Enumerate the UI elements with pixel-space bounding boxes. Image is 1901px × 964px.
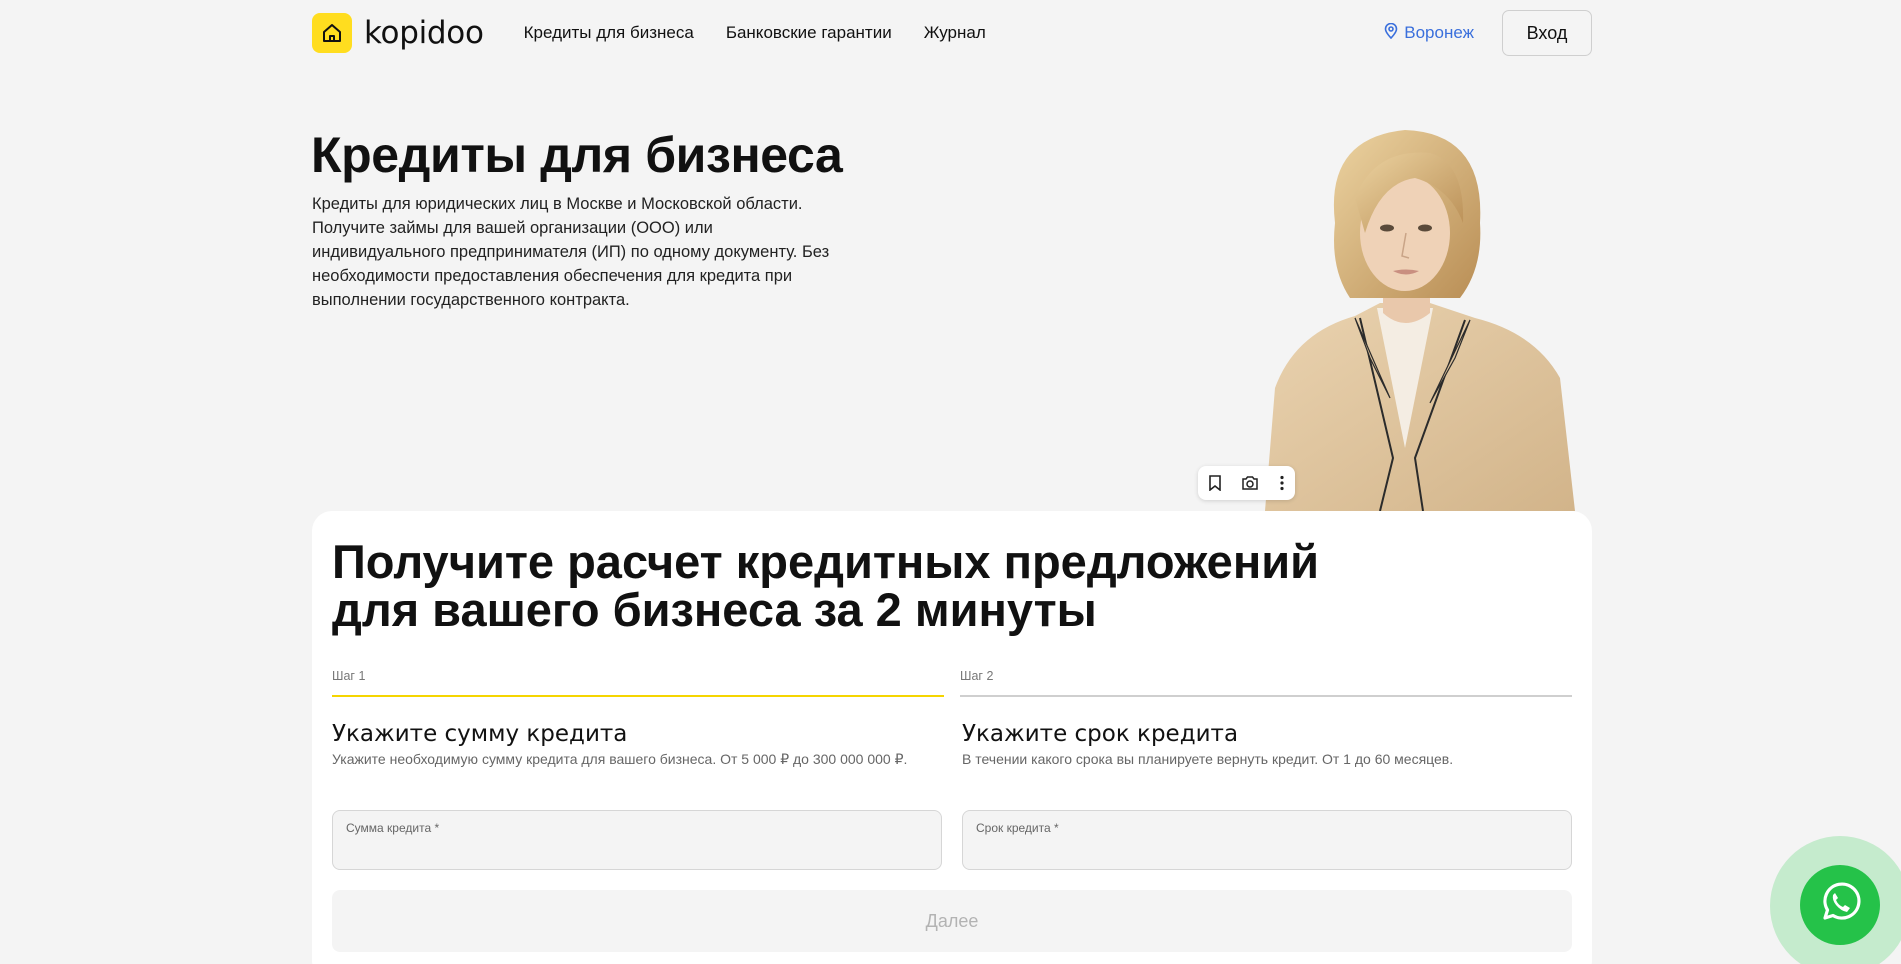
- step-indicator-2: Шаг 2: [960, 669, 1572, 697]
- step-label: Шаг 1: [332, 669, 366, 683]
- amount-field[interactable]: Сумма кредита *: [332, 810, 942, 870]
- image-toolbar: [1198, 466, 1295, 500]
- term-title: Укажите срок кредита: [962, 721, 1239, 747]
- term-input[interactable]: [976, 839, 1556, 863]
- header-right: Воронеж Вход: [1384, 10, 1592, 56]
- whatsapp-icon: [1817, 880, 1863, 931]
- step-label: Шаг 2: [960, 669, 994, 683]
- form-title: Получите расчет кредитных предложений дл…: [332, 535, 1319, 636]
- whatsapp-button[interactable]: [1800, 865, 1880, 945]
- city-name: Воронеж: [1404, 23, 1474, 42]
- hero-portrait-image: [1265, 128, 1575, 511]
- home-icon: [312, 13, 352, 53]
- bookmark-icon[interactable]: [1208, 475, 1222, 491]
- logo[interactable]: kopidoo: [312, 13, 484, 53]
- step-indicator-1: Шаг 1: [332, 669, 944, 697]
- term-subtitle: В течении какого срока вы планируете вер…: [962, 751, 1454, 767]
- lens-icon[interactable]: [1241, 475, 1259, 491]
- hero-description: Кредиты для юридических лиц в Москве и М…: [312, 195, 830, 309]
- logo-text: kopidoo: [364, 15, 484, 51]
- next-button[interactable]: Далее: [332, 890, 1572, 952]
- nav-item-journal[interactable]: Журнал: [924, 23, 986, 43]
- location-pin-icon: [1384, 22, 1398, 44]
- amount-input[interactable]: [346, 839, 926, 863]
- city-selector[interactable]: Воронеж: [1384, 22, 1474, 44]
- amount-field-label: Сумма кредита *: [346, 821, 440, 835]
- step-progress-bar: [960, 695, 1572, 697]
- nav-item-credits[interactable]: Кредиты для бизнеса: [524, 23, 694, 43]
- main-nav: Кредиты для бизнеса Банковские гарантии …: [524, 23, 986, 43]
- login-button[interactable]: Вход: [1502, 10, 1592, 56]
- nav-item-guarantees[interactable]: Банковские гарантии: [726, 23, 892, 43]
- site-header: kopidoo Кредиты для бизнеса Банковские г…: [312, 10, 1592, 56]
- amount-title: Укажите сумму кредита: [332, 721, 628, 747]
- amount-subtitle: Укажите необходимую сумму кредита для ва…: [332, 751, 908, 767]
- step-progress-bar-active: [332, 695, 944, 697]
- page-title: Кредиты для бизнеса: [311, 127, 843, 183]
- credit-calc-card: Получите расчет кредитных предложений дл…: [312, 511, 1592, 964]
- more-vertical-icon[interactable]: [1279, 475, 1285, 491]
- term-field-label: Срок кредита *: [976, 821, 1059, 835]
- term-field[interactable]: Срок кредита *: [962, 810, 1572, 870]
